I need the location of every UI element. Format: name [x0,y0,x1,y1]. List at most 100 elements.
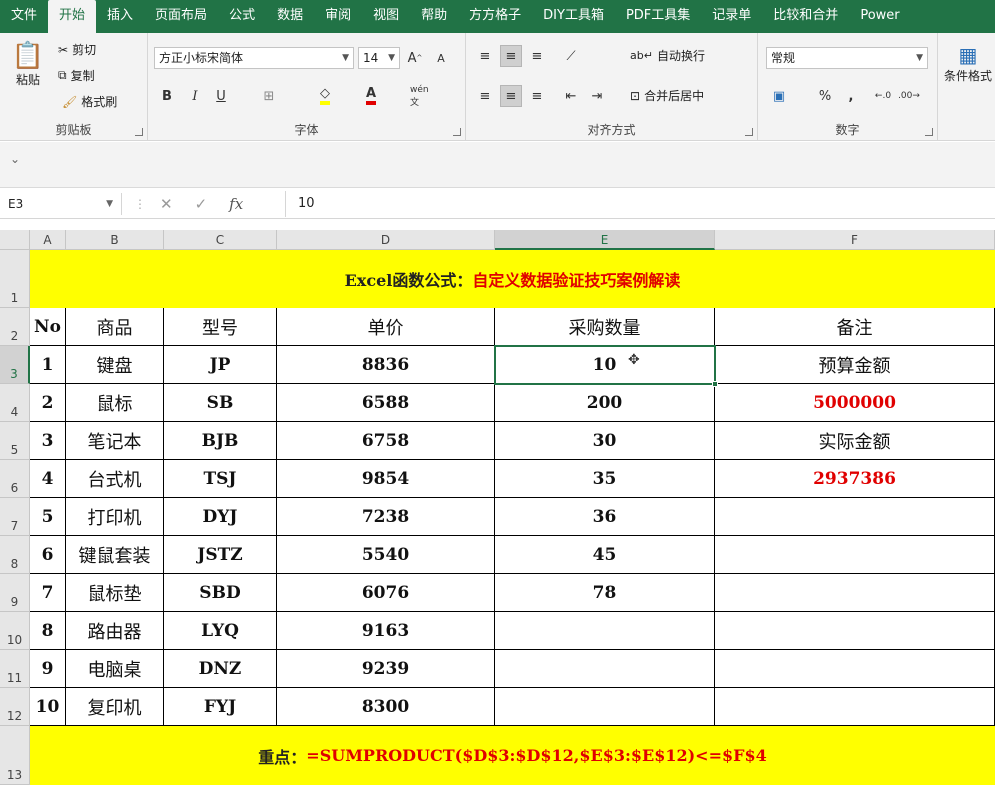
cell-B6[interactable]: 台式机 [66,460,164,498]
enter-icon[interactable]: ✓ [195,195,208,213]
cell-B7[interactable]: 打印机 [66,498,164,536]
orientation-icon[interactable]: ⟋ [560,45,582,67]
cell-D12[interactable]: 8300 [277,688,495,726]
align-right-icon[interactable]: ≡ [526,85,548,107]
cell-C5[interactable]: BJB [164,422,277,460]
cell-C12[interactable]: FYJ [164,688,277,726]
cell-C10[interactable]: LYQ [164,612,277,650]
tab-12[interactable]: 记录单 [701,0,762,33]
cell-C3[interactable]: JP [164,346,277,384]
row-header-3[interactable]: 3 [0,346,30,384]
font-launcher-icon[interactable] [453,128,461,136]
decrease-indent-icon[interactable]: ⇤ [560,85,582,107]
name-box[interactable]: E3 ▼ [4,193,122,215]
header-单价[interactable]: 单价 [277,308,495,346]
cell-B4[interactable]: 鼠标 [66,384,164,422]
column-header-D[interactable]: D [277,230,495,250]
cell-D5[interactable]: 6758 [277,422,495,460]
increase-indent-icon[interactable]: ⇥ [586,85,608,107]
border-icon[interactable]: ⊞ [258,85,280,107]
row-header-8[interactable]: 8 [0,536,30,574]
formula-input[interactable]: 10 [298,193,315,215]
shrink-font-icon[interactable]: A [430,47,452,69]
cell-F11[interactable] [715,650,995,688]
copy-button[interactable]: ⧉ 复制 [58,67,95,84]
format-painter-button[interactable]: 🖌 格式刷 [62,93,117,110]
cell-E10[interactable] [495,612,715,650]
tab-11[interactable]: PDF工具集 [615,0,701,33]
fill-color-icon[interactable]: ◇ [314,85,336,107]
cell-E4[interactable]: 200 [495,384,715,422]
cell-A9[interactable]: 7 [30,574,66,612]
tab-8[interactable]: 帮助 [410,0,458,33]
row-header-12[interactable]: 12 [0,688,30,726]
wrap-text-button[interactable]: ab↵ 自动换行 [630,47,705,64]
underline-button[interactable]: U [210,85,232,107]
phonetic-icon[interactable]: wén 文 [410,85,438,108]
cell-F10[interactable] [715,612,995,650]
cell-F3[interactable]: 预算金额 [715,346,995,384]
clipboard-launcher-icon[interactable] [135,128,143,136]
merge-center-button[interactable]: ⊡ 合并后居中 [630,87,704,104]
row-header-1[interactable]: 1 [0,250,30,308]
tab-9[interactable]: 方方格子 [458,0,532,33]
cell-F9[interactable] [715,574,995,612]
cell-F8[interactable] [715,536,995,574]
cell-E5[interactable]: 30 [495,422,715,460]
cell-B8[interactable]: 键鼠套装 [66,536,164,574]
cell-B10[interactable]: 路由器 [66,612,164,650]
cell-B12[interactable]: 复印机 [66,688,164,726]
cell-F6[interactable]: 2937386 [715,460,995,498]
cell-A8[interactable]: 6 [30,536,66,574]
tab-10[interactable]: DIY工具箱 [532,0,615,33]
cell-F7[interactable] [715,498,995,536]
header-No[interactable]: No [30,308,66,346]
customize-qat-icon[interactable]: ⌄ [10,152,20,166]
cell-D11[interactable]: 9239 [277,650,495,688]
tab-1[interactable]: 开始 [48,0,97,33]
column-header-C[interactable]: C [164,230,277,250]
cell-F4[interactable]: 5000000 [715,384,995,422]
tab-7[interactable]: 视图 [362,0,410,33]
tab-14[interactable]: Power [849,0,910,33]
cell-C7[interactable]: DYJ [164,498,277,536]
insert-function-icon[interactable]: fx [229,195,243,213]
cell-D6[interactable]: 9854 [277,460,495,498]
alignment-launcher-icon[interactable] [745,128,753,136]
tab-6[interactable]: 审阅 [314,0,362,33]
italic-button[interactable]: I [184,85,206,107]
cut-button[interactable]: ✂ 剪切 [58,41,96,58]
cell-E6[interactable]: 35 [495,460,715,498]
cell-A7[interactable]: 5 [30,498,66,536]
cell-A12[interactable]: 10 [30,688,66,726]
row-header-13[interactable]: 13 [0,726,30,785]
cell-C11[interactable]: DNZ [164,650,277,688]
cell-A6[interactable]: 4 [30,460,66,498]
align-top-icon[interactable]: ≡ [474,45,496,67]
comma-button[interactable]: , [840,85,862,107]
align-middle-icon[interactable]: ≡ [500,45,522,67]
header-商品[interactable]: 商品 [66,308,164,346]
tab-2[interactable]: 插入 [96,0,144,33]
cell-D4[interactable]: 6588 [277,384,495,422]
fill-handle[interactable] [712,381,718,387]
font-color-icon[interactable]: A [360,85,382,107]
increase-decimal-icon[interactable]: ←.0 [872,85,894,107]
cell-C9[interactable]: SBD [164,574,277,612]
row-header-2[interactable]: 2 [0,308,30,346]
header-采购数量[interactable]: 采购数量 [495,308,715,346]
row-header-9[interactable]: 9 [0,574,30,612]
cell-C8[interactable]: JSTZ [164,536,277,574]
cell-D3[interactable]: 8836 [277,346,495,384]
row-header-4[interactable]: 4 [0,384,30,422]
cell-F12[interactable] [715,688,995,726]
align-bottom-icon[interactable]: ≡ [526,45,548,67]
align-center-icon[interactable]: ≡ [500,85,522,107]
title-banner[interactable]: Excel函数公式： 自定义数据验证技巧案例解读 [30,250,995,308]
tab-13[interactable]: 比较和合并 [762,0,849,33]
cell-D8[interactable]: 5540 [277,536,495,574]
cell-A11[interactable]: 9 [30,650,66,688]
select-all-corner[interactable] [0,230,30,250]
cell-E8[interactable]: 45 [495,536,715,574]
cell-B3[interactable]: 键盘 [66,346,164,384]
